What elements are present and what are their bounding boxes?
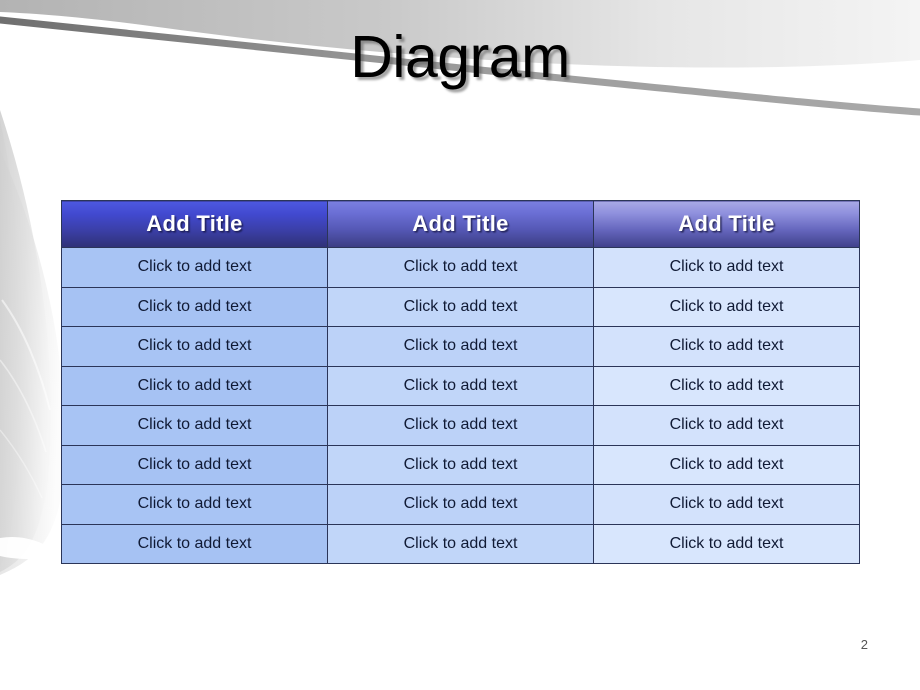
table-header: Add Title Add Title Add Title — [61, 200, 860, 248]
table-cell[interactable]: Click to add text — [61, 405, 328, 446]
table-cell[interactable]: Click to add text — [327, 405, 594, 446]
table-cell[interactable]: Click to add text — [327, 326, 594, 367]
table-cell[interactable]: Click to add text — [61, 484, 328, 525]
left-swoosh-wide — [0, 150, 65, 575]
table-cell[interactable]: Click to add text — [593, 484, 860, 525]
table-row: Click to add text Click to add text Clic… — [61, 286, 860, 327]
table-header-cell-2[interactable]: Add Title — [327, 200, 594, 248]
table-header-cell-3[interactable]: Add Title — [593, 200, 860, 248]
table-row: Click to add text Click to add text Clic… — [61, 405, 860, 446]
table-cell[interactable]: Click to add text — [593, 247, 860, 288]
left-streak-3 — [0, 429, 43, 499]
table-cell[interactable]: Click to add text — [327, 523, 594, 564]
table-row: Click to add text Click to add text Clic… — [61, 523, 860, 564]
table-header-row: Add Title Add Title Add Title — [61, 200, 860, 248]
table-cell[interactable]: Click to add text — [593, 365, 860, 406]
left-swoosh-outer — [0, 110, 51, 572]
left-swoosh-highlight — [0, 536, 64, 559]
table-cell[interactable]: Click to add text — [327, 444, 594, 485]
table-row: Click to add text Click to add text Clic… — [61, 326, 860, 367]
diagram-table-container: Add Title Add Title Add Title Click to a… — [61, 200, 860, 564]
slide-canvas: Diagram Add Title Add Title Add Title Cl… — [0, 0, 920, 690]
table-cell[interactable]: Click to add text — [61, 523, 328, 564]
table-row: Click to add text Click to add text Clic… — [61, 365, 860, 406]
table-row: Click to add text Click to add text Clic… — [61, 247, 860, 288]
table-row: Click to add text Click to add text Clic… — [61, 444, 860, 485]
table-cell[interactable]: Click to add text — [593, 523, 860, 564]
table-cell[interactable]: Click to add text — [61, 326, 328, 367]
page-number: 2 — [860, 637, 868, 652]
table-cell[interactable]: Click to add text — [61, 286, 328, 327]
title-container: Diagram — [0, 24, 920, 90]
table-cell[interactable]: Click to add text — [327, 484, 594, 525]
table-row: Click to add text Click to add text Clic… — [61, 484, 860, 525]
table-header-cell-1[interactable]: Add Title — [61, 200, 328, 248]
left-streak-2 — [0, 359, 47, 453]
table-cell[interactable]: Click to add text — [61, 365, 328, 406]
table-cell[interactable]: Click to add text — [593, 326, 860, 367]
table-cell[interactable]: Click to add text — [61, 247, 328, 288]
page-title: Diagram — [350, 24, 570, 90]
table-cell[interactable]: Click to add text — [61, 444, 328, 485]
table-cell[interactable]: Click to add text — [593, 444, 860, 485]
left-swoosh-inner — [0, 120, 23, 566]
table-cell[interactable]: Click to add text — [327, 365, 594, 406]
table-cell[interactable]: Click to add text — [593, 286, 860, 327]
diagram-table: Add Title Add Title Add Title Click to a… — [61, 200, 860, 564]
table-body: Click to add text Click to add text Clic… — [61, 247, 860, 564]
table-cell[interactable]: Click to add text — [327, 247, 594, 288]
left-streak-1 — [1, 299, 51, 411]
table-cell[interactable]: Click to add text — [593, 405, 860, 446]
table-cell[interactable]: Click to add text — [327, 286, 594, 327]
